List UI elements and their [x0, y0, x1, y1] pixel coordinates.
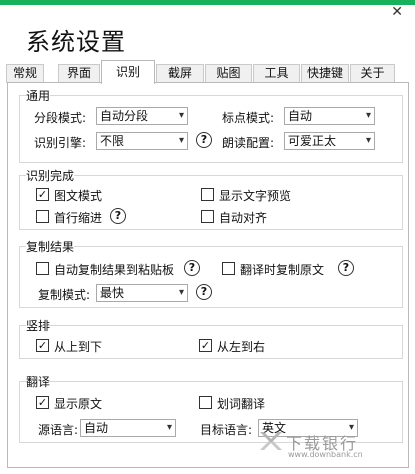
target-lang-label: 目标语言:	[200, 423, 253, 437]
tab-strip: 常规 界面 识别 截屏 贴图 工具 快捷键 关于	[6, 60, 409, 84]
general-group	[19, 95, 403, 163]
engine-value: 不限	[100, 134, 125, 148]
left-to-right-checkbox[interactable]: ✓	[199, 339, 212, 352]
auto-copy-help-icon[interactable]: ?	[184, 260, 200, 276]
top-to-bottom-checkbox[interactable]: ✓	[36, 339, 49, 352]
image-mode-checkbox[interactable]: ✓	[36, 188, 49, 201]
copy-mode-label: 复制模式:	[38, 288, 91, 302]
punctuation-mode-label: 标点模式:	[222, 111, 275, 125]
chevron-down-icon: ▾	[178, 287, 184, 298]
chevron-down-icon: ▾	[365, 135, 371, 146]
title-accent-bar	[0, 0, 415, 5]
copy-original-help-icon[interactable]: ?	[338, 260, 354, 276]
engine-label: 识别引擎:	[34, 136, 87, 150]
chevron-down-icon: ▾	[166, 422, 172, 433]
translate-title: 翻译	[26, 373, 51, 390]
recognition-done-title: 识别完成	[26, 167, 75, 184]
tab-pin-image[interactable]: 贴图	[205, 64, 252, 83]
select-translate-checkbox[interactable]	[199, 396, 212, 409]
copy-original-label: 翻译时复制原文	[240, 263, 325, 277]
auto-copy-checkbox[interactable]	[36, 262, 49, 275]
tab-recognition[interactable]: 识别	[101, 60, 155, 84]
first-line-indent-checkbox[interactable]	[36, 210, 49, 223]
tab-screenshot[interactable]: 截屏	[156, 64, 204, 83]
left-to-right-label: 从左到右	[217, 340, 266, 354]
show-original-label: 显示原文	[54, 397, 103, 411]
top-to-bottom-label: 从上到下	[54, 340, 103, 354]
copy-result-title: 复制结果	[26, 238, 75, 255]
punctuation-mode-value: 自动	[288, 109, 313, 123]
auto-align-label: 自动对齐	[219, 211, 268, 225]
tab-interface[interactable]: 界面	[58, 64, 100, 83]
engine-help-icon[interactable]: ?	[196, 132, 212, 148]
show-preview-label: 显示文字预览	[219, 189, 292, 203]
tab-about[interactable]: 关于	[350, 64, 395, 83]
copy-original-checkbox[interactable]	[222, 262, 235, 275]
source-lang-value: 自动	[84, 421, 109, 435]
chevron-down-icon: ▾	[178, 110, 184, 121]
show-original-checkbox[interactable]: ✓	[36, 396, 49, 409]
copy-mode-value: 最快	[100, 286, 125, 300]
image-mode-label: 图文模式	[54, 189, 103, 203]
show-preview-checkbox[interactable]	[201, 188, 214, 201]
tts-select[interactable]: 可爱正太 ▾	[284, 132, 375, 150]
segment-mode-label: 分段模式:	[34, 111, 87, 125]
chevron-down-icon: ▾	[365, 110, 371, 121]
tab-hotkeys[interactable]: 快捷键	[301, 64, 349, 83]
select-translate-label: 划词翻译	[217, 397, 266, 411]
chevron-down-icon: ▾	[178, 135, 184, 146]
recognition-settings-panel: 通用 分段模式: 自动分段 ▾ 标点模式: 自动 ▾ 识别引擎: 不限 ▾ ? …	[7, 82, 409, 468]
tts-label: 朗读配置:	[222, 136, 275, 150]
first-line-indent-label: 首行缩进	[54, 211, 103, 225]
tab-general[interactable]: 常规	[6, 64, 44, 83]
segment-mode-value: 自动分段	[100, 109, 149, 123]
indent-help-icon[interactable]: ?	[110, 208, 126, 224]
window-title: 系统设置	[26, 28, 126, 56]
copy-mode-select[interactable]: 最快 ▾	[96, 284, 188, 302]
auto-align-checkbox[interactable]	[201, 210, 214, 223]
segment-mode-select[interactable]: 自动分段 ▾	[96, 107, 188, 125]
watermark-url: www.downbank.cn	[288, 450, 363, 459]
vertical-title: 竖排	[26, 317, 51, 334]
close-icon[interactable]: ✕	[391, 4, 403, 20]
general-group-title: 通用	[26, 87, 51, 104]
source-lang-label: 源语言:	[38, 423, 79, 437]
tab-tools[interactable]: 工具	[253, 64, 300, 83]
punctuation-mode-select[interactable]: 自动 ▾	[284, 107, 375, 125]
tts-value: 可爱正太	[288, 134, 337, 148]
source-lang-select[interactable]: 自动 ▾	[80, 419, 176, 437]
engine-select[interactable]: 不限 ▾	[96, 132, 188, 150]
auto-copy-label: 自动复制结果到粘贴板	[54, 263, 175, 277]
copy-mode-help-icon[interactable]: ?	[196, 284, 212, 300]
watermark-logo-icon	[260, 432, 282, 450]
